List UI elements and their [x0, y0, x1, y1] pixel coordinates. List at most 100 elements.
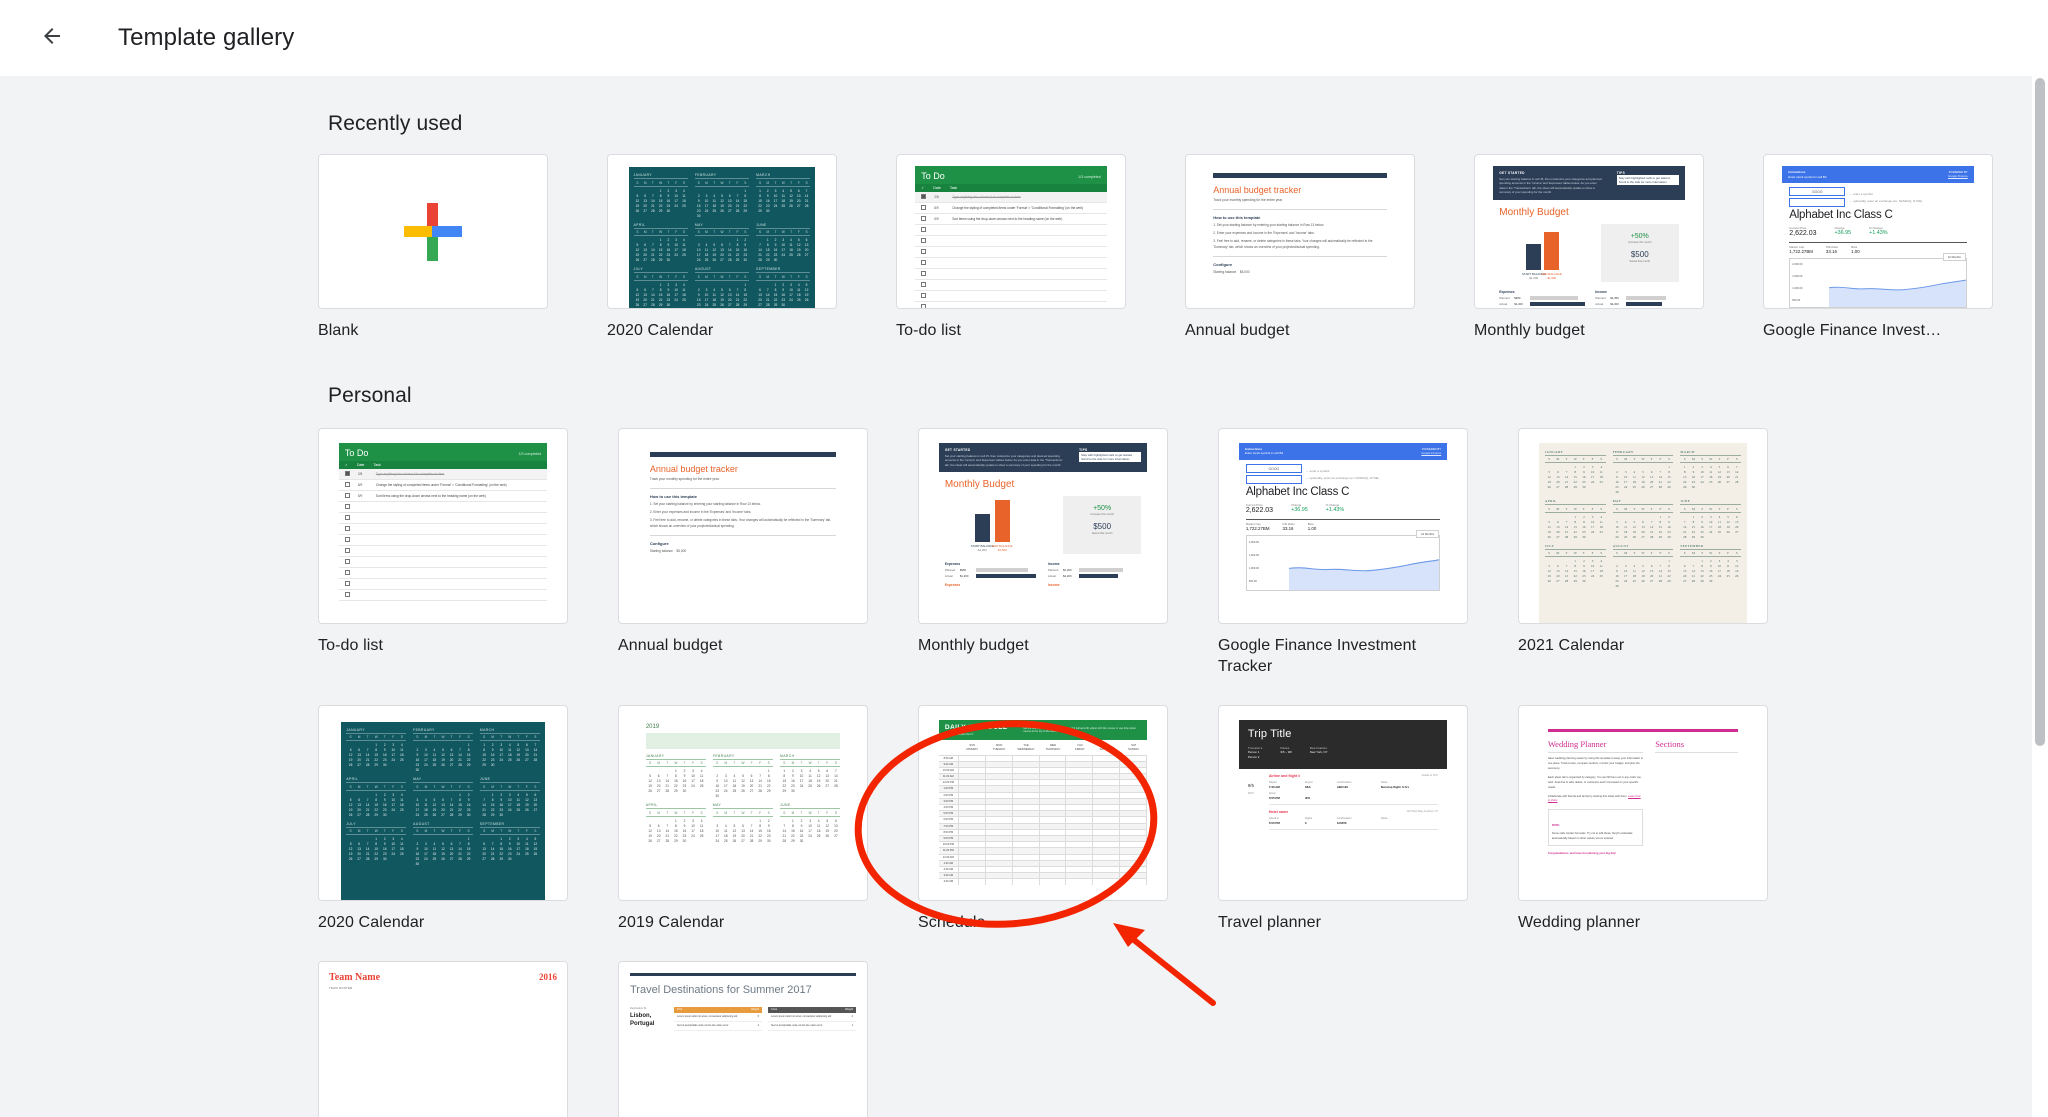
calendar-day[interactable]: 25: [1715, 530, 1724, 534]
calendar-day[interactable]: 11: [710, 199, 718, 203]
calendar-day[interactable]: 8: [480, 748, 489, 752]
calendar-day[interactable]: 27: [355, 763, 364, 767]
calendar-day[interactable]: 24: [422, 763, 431, 767]
calendar-day[interactable]: 4: [730, 774, 739, 778]
calendar-day[interactable]: 5: [346, 842, 355, 846]
calendar-day[interactable]: 30: [1613, 490, 1622, 494]
calendar-day[interactable]: 23: [488, 758, 497, 762]
calendar-day[interactable]: 27: [439, 813, 448, 817]
calendar-day[interactable]: 12: [814, 774, 823, 778]
calendar-day[interactable]: 26: [646, 789, 655, 793]
calendar-day[interactable]: 27: [1639, 535, 1648, 539]
calendar-day[interactable]: 16: [1706, 569, 1715, 573]
calendar-day[interactable]: 14: [363, 803, 372, 807]
calendar-day[interactable]: 21: [1689, 574, 1698, 578]
calendar-day[interactable]: 29: [764, 789, 773, 793]
calendar-day[interactable]: 14: [756, 248, 764, 252]
calendar-day[interactable]: 17: [505, 803, 514, 807]
calendar-day[interactable]: 15: [780, 779, 789, 783]
calendar-day[interactable]: 9: [741, 243, 749, 247]
calendar-day[interactable]: 30: [464, 813, 473, 817]
calendar-day[interactable]: 8: [756, 194, 764, 198]
calendar-day[interactable]: 27: [726, 303, 734, 307]
calendar-day[interactable]: 20: [1639, 530, 1648, 534]
checkbox[interactable]: [921, 293, 927, 299]
calendar-day[interactable]: 5: [1639, 564, 1648, 568]
calendar-day[interactable]: 7: [480, 798, 489, 802]
calendar-day[interactable]: 9: [764, 194, 772, 198]
vertical-scrollbar[interactable]: [2032, 76, 2048, 1117]
calendar-day[interactable]: 23: [380, 852, 389, 856]
calendar-day[interactable]: 5: [439, 842, 448, 846]
calendar-day[interactable]: 25: [505, 758, 514, 762]
calendar-day[interactable]: 27: [531, 808, 540, 812]
calendar-day[interactable]: 25: [722, 839, 731, 843]
calendar-day[interactable]: 6: [1732, 515, 1741, 519]
calendar-day[interactable]: 17: [672, 248, 680, 252]
calendar-day[interactable]: 20: [531, 803, 540, 807]
calendar-day[interactable]: 29: [1571, 579, 1580, 583]
calendar-day[interactable]: 24: [703, 303, 711, 307]
calendar-day[interactable]: 13: [447, 753, 456, 757]
calendar-day[interactable]: 14: [663, 829, 672, 833]
calendar-day[interactable]: 20: [447, 758, 456, 762]
calendar-day[interactable]: 9: [413, 753, 422, 757]
calendar-day[interactable]: 2: [665, 283, 673, 287]
calendar-day[interactable]: 17: [422, 758, 431, 762]
calendar-day[interactable]: 22: [1665, 574, 1674, 578]
calendar-day[interactable]: 21: [663, 834, 672, 838]
calendar-day[interactable]: 11: [814, 824, 823, 828]
calendar-day[interactable]: 3: [1706, 515, 1715, 519]
calendar-day[interactable]: 5: [646, 824, 655, 828]
schedule-row[interactable]: 3:00 PM: [938, 797, 1148, 806]
calendar-day[interactable]: 23: [797, 834, 806, 838]
calendar-day[interactable]: 1: [372, 743, 381, 747]
calendar-day[interactable]: 12: [523, 798, 532, 802]
calendar-day[interactable]: 18: [1706, 475, 1715, 479]
calendar-day[interactable]: 9: [1613, 475, 1622, 479]
calendar-day[interactable]: 12: [1545, 569, 1554, 573]
calendar-day[interactable]: 27: [447, 763, 456, 767]
calendar-day[interactable]: 15: [789, 829, 798, 833]
calendar-day[interactable]: 12: [739, 779, 748, 783]
calendar-day[interactable]: 21: [1647, 530, 1656, 534]
calendar-day[interactable]: 13: [756, 293, 764, 297]
scrollbar-thumb[interactable]: [2035, 78, 2045, 746]
calendar-day[interactable]: 4: [398, 793, 407, 797]
checkbox[interactable]: [921, 260, 927, 266]
calendar-day[interactable]: 8: [464, 842, 473, 846]
calendar-day[interactable]: 10: [422, 753, 431, 757]
template-card-team-roster[interactable]: Team Name 2016 TEAM ROSTER: [318, 961, 568, 1117]
calendar-day[interactable]: 4: [722, 824, 731, 828]
calendar-day[interactable]: 17: [689, 779, 698, 783]
calendar-day[interactable]: 7: [756, 243, 764, 247]
calendar-day[interactable]: 22: [1571, 480, 1580, 484]
calendar-day[interactable]: 12: [514, 748, 523, 752]
calendar-day[interactable]: 30: [497, 813, 506, 817]
calendar-day[interactable]: 25: [1630, 579, 1639, 583]
calendar-day[interactable]: 10: [389, 842, 398, 846]
calendar-day[interactable]: 19: [795, 248, 803, 252]
calendar-day[interactable]: 20: [355, 808, 364, 812]
calendar-day[interactable]: 16: [380, 847, 389, 851]
template-label[interactable]: Google Finance Investment Tracker: [1218, 635, 1468, 677]
calendar-day[interactable]: 22: [1698, 574, 1707, 578]
calendar-day[interactable]: 11: [1715, 520, 1724, 524]
calendar-day[interactable]: 13: [1680, 569, 1689, 573]
calendar-day[interactable]: 30: [713, 794, 722, 798]
calendar-day[interactable]: 25: [697, 784, 706, 788]
calendar-day[interactable]: 26: [718, 209, 726, 213]
calendar-day[interactable]: 23: [380, 758, 389, 762]
template-thumbnail-2021-calendar[interactable]: JANUARY S M T W T F S 1 2 3 4 5 6 7 8 9 10 11 12 13 14 15 16 17 1…: [1518, 428, 1768, 625]
calendar-day[interactable]: 10: [722, 779, 731, 783]
calendar-day[interactable]: 21: [1562, 574, 1571, 578]
calendar-day[interactable]: 10: [1698, 470, 1707, 474]
calendar-day[interactable]: 2: [695, 194, 703, 198]
calendar-day[interactable]: 23: [505, 852, 514, 856]
calendar-day[interactable]: 29: [464, 763, 473, 767]
calendar-day[interactable]: 17: [713, 834, 722, 838]
calendar-day[interactable]: 28: [456, 763, 465, 767]
calendar-day[interactable]: 12: [787, 194, 795, 198]
calendar-day[interactable]: 12: [646, 829, 655, 833]
calendar-day[interactable]: 11: [430, 753, 439, 757]
